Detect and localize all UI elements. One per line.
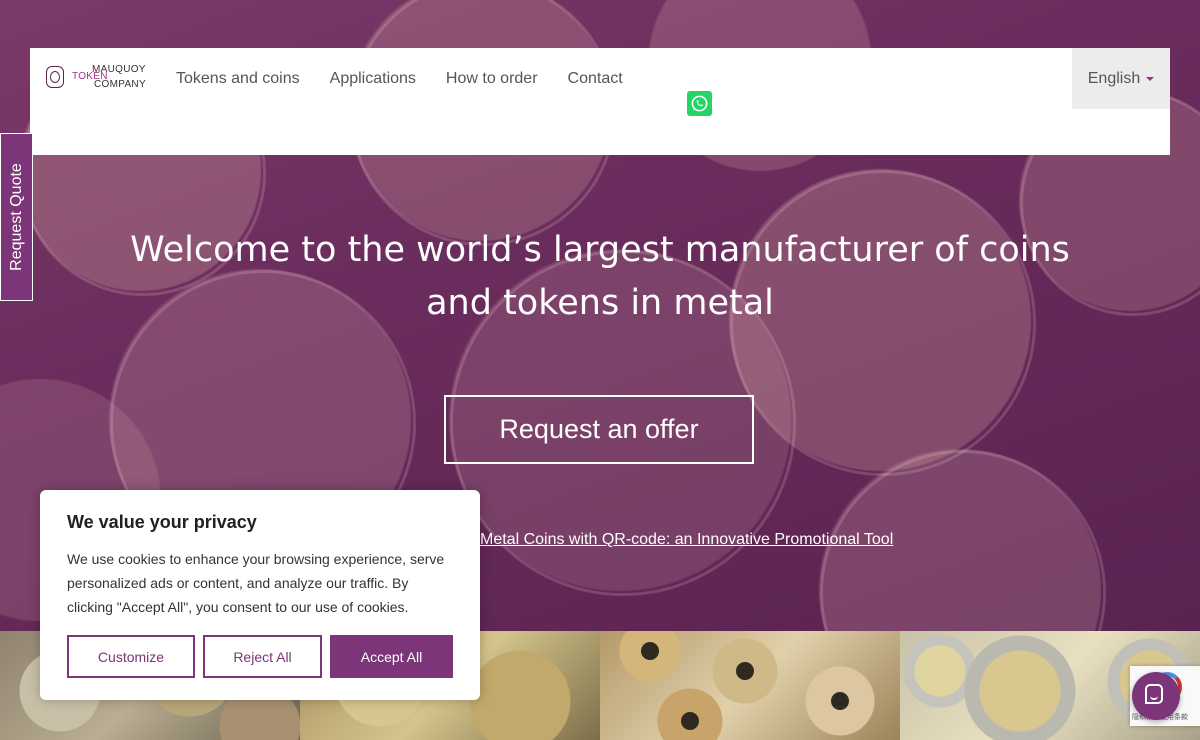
company-logo[interactable]: MAUQUOY TOKEN COMPANY <box>44 64 148 94</box>
customize-button[interactable]: Customize <box>67 635 195 678</box>
chat-icon <box>1145 684 1163 704</box>
logo-mark-icon <box>46 66 64 88</box>
whatsapp-icon[interactable] <box>687 91 712 116</box>
nav-applications[interactable]: Applications <box>330 68 416 90</box>
request-quote-tab[interactable]: Request Quote <box>0 133 33 301</box>
reject-all-button[interactable]: Reject All <box>203 635 322 678</box>
caret-down-icon <box>1146 76 1155 81</box>
nav-contact[interactable]: Contact <box>568 68 623 90</box>
language-selector[interactable]: English <box>1072 48 1170 109</box>
request-quote-label: Request Quote <box>7 163 25 271</box>
coin-image[interactable] <box>600 631 900 740</box>
nav-tokens-and-coins[interactable]: Tokens and coins <box>176 68 300 90</box>
cookie-banner: We value your privacy We use cookies to … <box>40 490 480 700</box>
cookie-text: We use cookies to enhance your browsing … <box>67 551 445 615</box>
coin-hole <box>736 662 754 680</box>
coin-hole <box>641 642 659 660</box>
request-offer-button[interactable]: Request an offer <box>444 395 754 464</box>
logo-text-bottom: COMPANY <box>94 79 146 90</box>
coin-hole <box>681 712 699 730</box>
navbar: MAUQUOY TOKEN COMPANY Tokens and coins A… <box>30 48 1170 155</box>
accept-all-button[interactable]: Accept All <box>330 635 453 678</box>
language-label: English <box>1087 69 1141 87</box>
chat-launcher-button[interactable] <box>1132 672 1180 720</box>
cookie-title: We value your privacy <box>67 512 257 532</box>
nav-how-to-order[interactable]: How to order <box>446 68 538 90</box>
qr-coins-link[interactable]: Metal Coins with QR-code: an Innovative … <box>480 531 893 549</box>
coin-hole <box>831 692 849 710</box>
hero-headline: Welcome to the world’s largest manufactu… <box>130 230 1070 323</box>
nav-links: Tokens and coins Applications How to ord… <box>176 68 653 90</box>
